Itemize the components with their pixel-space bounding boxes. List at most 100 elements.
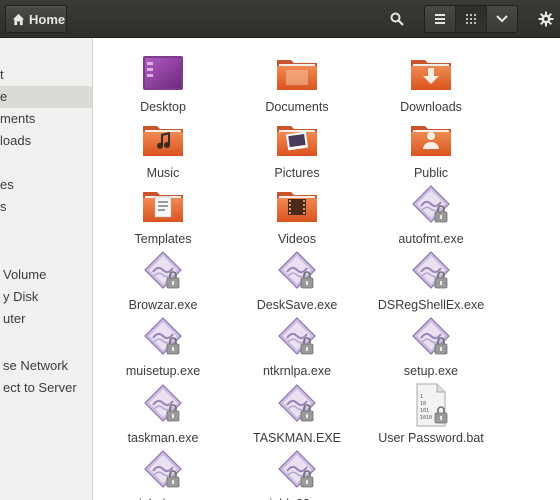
- file-name: TASKMAN.EXE: [253, 431, 341, 445]
- file-name: muisetup.exe: [125, 364, 201, 378]
- file-item[interactable]: Pictures: [227, 116, 367, 180]
- file-name: autofmt.exe: [398, 232, 464, 246]
- file-item[interactable]: Templates: [93, 182, 233, 246]
- file-item[interactable]: Public: [361, 116, 501, 180]
- sidebar: t e ments loads es s Volume y Disk uter se Networ…: [0, 38, 93, 500]
- executable-icon: [407, 314, 455, 362]
- sidebar-item[interactable]: ments: [0, 108, 92, 130]
- file-item[interactable]: Desktop: [93, 50, 233, 114]
- file-name: ntkrnlpa.exe: [262, 364, 332, 378]
- file-item[interactable]: DeskSave.exe: [227, 248, 367, 312]
- music-folder-icon: [139, 116, 187, 164]
- file-item[interactable]: winhelp.exe: [93, 447, 233, 500]
- sidebar-item[interactable]: Volume: [0, 264, 92, 286]
- view-options-button[interactable]: [487, 6, 517, 32]
- script-file-icon: 1 10 101 1010: [407, 381, 455, 429]
- sidebar-item-label: loads: [0, 133, 32, 148]
- sidebar-item-label: e: [0, 89, 8, 104]
- file-name: Documents: [265, 100, 329, 114]
- file-item[interactable]: Music: [93, 116, 233, 180]
- file-grid: Desktop Documents Downloads Music Pictures Pu…: [93, 38, 560, 500]
- view-switcher: [424, 5, 518, 33]
- file-item[interactable]: DSRegShellEx.exe: [361, 248, 501, 312]
- svg-text:1: 1: [420, 394, 423, 400]
- file-item[interactable]: Downloads: [361, 50, 501, 114]
- pictures-folder-icon: [273, 116, 321, 164]
- chevron-down-icon: [496, 15, 508, 23]
- executable-icon: [139, 248, 187, 296]
- sidebar-item[interactable]: ect to Server: [0, 377, 92, 399]
- home-icon: [12, 13, 25, 25]
- file-item[interactable]: TASKMAN.EXE: [227, 381, 367, 445]
- sidebar-item-label: ect to Server: [3, 380, 77, 395]
- file-name: DSRegShellEx.exe: [377, 298, 485, 312]
- file-item[interactable]: Videos: [227, 182, 367, 246]
- desktop-folder-icon: [139, 50, 187, 98]
- file-name: DeskSave.exe: [256, 298, 338, 312]
- sidebar-item[interactable]: y Disk: [0, 286, 92, 308]
- executable-icon: [139, 314, 187, 362]
- file-item[interactable]: 1 10 101 1010 User Password.bat: [361, 381, 501, 445]
- sidebar-item[interactable]: uter: [0, 308, 92, 330]
- sidebar-item-label: s: [0, 199, 7, 214]
- videos-folder-icon: [273, 182, 321, 230]
- sidebar-item-label: ments: [0, 111, 36, 126]
- file-name: setup.exe: [403, 364, 459, 378]
- file-name: Templates: [134, 232, 192, 246]
- file-name: Desktop: [140, 100, 186, 114]
- file-item[interactable]: taskman.exe: [93, 381, 233, 445]
- list-icon: [435, 14, 445, 24]
- file-item[interactable]: Browzar.exe: [93, 248, 233, 312]
- search-button[interactable]: [382, 5, 412, 33]
- executable-icon: [407, 182, 455, 230]
- gear-icon: [538, 11, 554, 27]
- executable-icon: [273, 248, 321, 296]
- toolbar: Home: [0, 0, 560, 38]
- sidebar-item[interactable]: se Network: [0, 355, 92, 377]
- executable-icon: [273, 314, 321, 362]
- sidebar-item[interactable]: es: [0, 174, 92, 196]
- executable-icon: [139, 381, 187, 429]
- settings-button[interactable]: [532, 5, 560, 33]
- file-name: taskman.exe: [127, 431, 199, 445]
- executable-icon: [273, 447, 321, 495]
- sidebar-item-label: es: [0, 177, 14, 192]
- file-name: User Password.bat: [378, 431, 484, 445]
- file-name: Browzar.exe: [128, 298, 198, 312]
- search-icon: [390, 12, 404, 26]
- file-item[interactable]: winhlp32.exe: [227, 447, 367, 500]
- file-item[interactable]: autofmt.exe: [361, 182, 501, 246]
- grid-view-button[interactable]: [456, 6, 487, 32]
- public-folder-icon: [407, 116, 455, 164]
- svg-text:101: 101: [420, 408, 429, 414]
- executable-icon: [407, 248, 455, 296]
- file-name: Videos: [278, 232, 316, 246]
- file-name: Music: [146, 166, 180, 180]
- grid-icon: [466, 14, 476, 24]
- file-name: Downloads: [400, 100, 462, 114]
- file-name: Pictures: [274, 166, 320, 180]
- file-item[interactable]: ntkrnlpa.exe: [227, 314, 367, 378]
- home-path-button[interactable]: Home: [5, 5, 67, 33]
- executable-icon: [273, 381, 321, 429]
- folder-icon: [273, 50, 321, 98]
- sidebar-item-label: t: [0, 67, 4, 82]
- sidebar-item-label: se Network: [3, 358, 69, 373]
- sidebar-item-label: uter: [3, 311, 26, 326]
- svg-text:10: 10: [420, 401, 426, 407]
- sidebar-item[interactable]: e: [0, 86, 92, 108]
- file-name: Public: [413, 166, 449, 180]
- sidebar-item-label: Volume: [3, 267, 47, 282]
- sidebar-item[interactable]: t: [0, 64, 92, 86]
- executable-icon: [139, 447, 187, 495]
- file-item[interactable]: setup.exe: [361, 314, 501, 378]
- sidebar-item[interactable]: loads: [0, 130, 92, 152]
- home-path-label: Home: [29, 11, 66, 27]
- list-view-button[interactable]: [425, 6, 456, 32]
- sidebar-item-label: y Disk: [3, 289, 39, 304]
- sidebar-item[interactable]: s: [0, 196, 92, 218]
- svg-text:1010: 1010: [420, 415, 432, 421]
- file-item[interactable]: Documents: [227, 50, 367, 114]
- file-item[interactable]: muisetup.exe: [93, 314, 233, 378]
- templates-folder-icon: [139, 182, 187, 230]
